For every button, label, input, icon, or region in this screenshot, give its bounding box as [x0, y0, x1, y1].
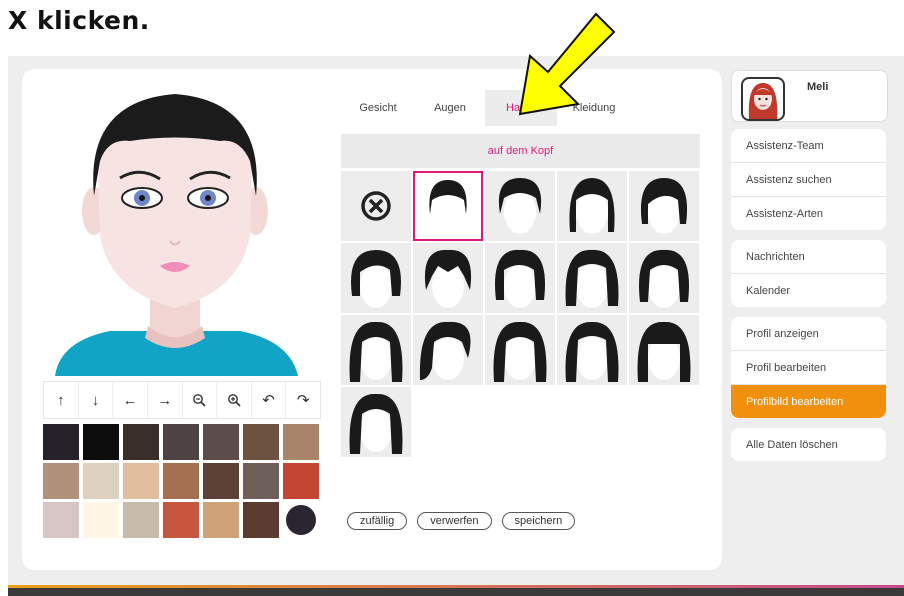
- arrow-left-icon[interactable]: ←: [113, 382, 148, 418]
- menu-group-danger: Alle Daten löschen: [731, 428, 886, 461]
- color-swatch[interactable]: [203, 463, 239, 499]
- menu-group-assistance: Assistenz-Team Assistenz suchen Assisten…: [731, 129, 886, 230]
- hairstyle-grid: [341, 171, 700, 457]
- tab-haare[interactable]: Haare: [485, 90, 557, 126]
- footer-bar: [8, 588, 904, 596]
- color-swatch[interactable]: [43, 424, 79, 460]
- hairstyle-option[interactable]: [341, 243, 411, 313]
- color-swatch[interactable]: [203, 502, 239, 538]
- avatar: [741, 77, 785, 121]
- profile-name: Meli: [807, 81, 829, 93]
- color-swatch[interactable]: [43, 463, 79, 499]
- color-swatch[interactable]: [243, 424, 279, 460]
- hairstyle-option[interactable]: [629, 243, 699, 313]
- menu-item-assistenz-team[interactable]: Assistenz-Team: [731, 129, 886, 163]
- close-circle-icon: [361, 191, 391, 221]
- menu-item-kalender[interactable]: Kalender: [731, 274, 886, 307]
- editor-actions: zufällig verwerfen speichern: [347, 512, 576, 530]
- color-swatch[interactable]: [163, 424, 199, 460]
- hairstyle-option[interactable]: [485, 243, 555, 313]
- feature-tabs: Gesicht Augen Haare Kleidung: [341, 90, 700, 126]
- hairstyle-option[interactable]: [413, 171, 483, 241]
- remove-hair-button[interactable]: [341, 171, 411, 241]
- menu-item-assistenz-arten[interactable]: Assistenz-Arten: [731, 197, 886, 230]
- hairstyle-option[interactable]: [629, 171, 699, 241]
- random-button[interactable]: zufällig: [347, 512, 408, 530]
- arrow-down-icon[interactable]: ↓: [79, 382, 114, 418]
- menu-group-profile: Profil anzeigen Profil bearbeiten Profil…: [731, 317, 886, 418]
- arrow-right-icon[interactable]: →: [148, 382, 183, 418]
- menu-item-nachrichten[interactable]: Nachrichten: [731, 240, 886, 274]
- hairstyle-option[interactable]: [485, 171, 555, 241]
- save-button[interactable]: speichern: [501, 512, 576, 530]
- color-swatch[interactable]: [123, 463, 159, 499]
- hairstyle-option[interactable]: [485, 315, 555, 385]
- color-swatch[interactable]: [283, 424, 319, 460]
- color-swatch[interactable]: [43, 502, 79, 538]
- hairstyle-option[interactable]: [341, 387, 411, 457]
- color-swatch[interactable]: [286, 505, 316, 535]
- hairstyle-option[interactable]: [557, 315, 627, 385]
- color-swatch[interactable]: [243, 502, 279, 538]
- hairstyle-option[interactable]: [557, 243, 627, 313]
- color-swatch[interactable]: [163, 463, 199, 499]
- profile-card[interactable]: Meli: [731, 70, 888, 122]
- undo-icon[interactable]: ↶: [252, 382, 287, 418]
- position-toolbar: ↑ ↓ ← → ↶ ↷: [43, 381, 321, 419]
- menu-item-profil-bearbeiten[interactable]: Profil bearbeiten: [731, 351, 886, 385]
- discard-button[interactable]: verwerfen: [417, 512, 492, 530]
- instruction-caption: X klicken.: [8, 6, 150, 35]
- section-header: auf dem Kopf: [341, 134, 700, 168]
- hairstyle-option[interactable]: [413, 315, 483, 385]
- color-swatch[interactable]: [243, 463, 279, 499]
- zoom-in-icon[interactable]: [217, 382, 252, 418]
- color-swatch[interactable]: [83, 463, 119, 499]
- tab-gesicht[interactable]: Gesicht: [341, 90, 415, 126]
- hair-color-palette: [43, 424, 321, 538]
- hairstyle-option[interactable]: [629, 315, 699, 385]
- avatar-preview: [55, 94, 298, 376]
- color-swatch[interactable]: [163, 502, 199, 538]
- color-swatch[interactable]: [123, 502, 159, 538]
- tab-kleidung[interactable]: Kleidung: [557, 90, 631, 126]
- hairstyle-option[interactable]: [413, 243, 483, 313]
- menu-item-profil-anzeigen[interactable]: Profil anzeigen: [731, 317, 886, 351]
- hairstyle-option[interactable]: [341, 315, 411, 385]
- color-swatch[interactable]: [283, 463, 319, 499]
- color-swatch[interactable]: [123, 424, 159, 460]
- tab-augen[interactable]: Augen: [415, 90, 485, 126]
- zoom-out-icon[interactable]: [183, 382, 218, 418]
- menu-group-communication: Nachrichten Kalender: [731, 240, 886, 307]
- menu-item-assistenz-suchen[interactable]: Assistenz suchen: [731, 163, 886, 197]
- color-swatch[interactable]: [83, 424, 119, 460]
- color-swatch[interactable]: [83, 502, 119, 538]
- menu-item-alle-daten-loeschen[interactable]: Alle Daten löschen: [731, 428, 886, 461]
- menu-item-profilbild-bearbeiten[interactable]: Profilbild bearbeiten: [731, 385, 886, 418]
- hairstyle-option[interactable]: [557, 171, 627, 241]
- redo-icon[interactable]: ↷: [286, 382, 320, 418]
- color-swatch[interactable]: [203, 424, 239, 460]
- arrow-up-icon[interactable]: ↑: [44, 382, 79, 418]
